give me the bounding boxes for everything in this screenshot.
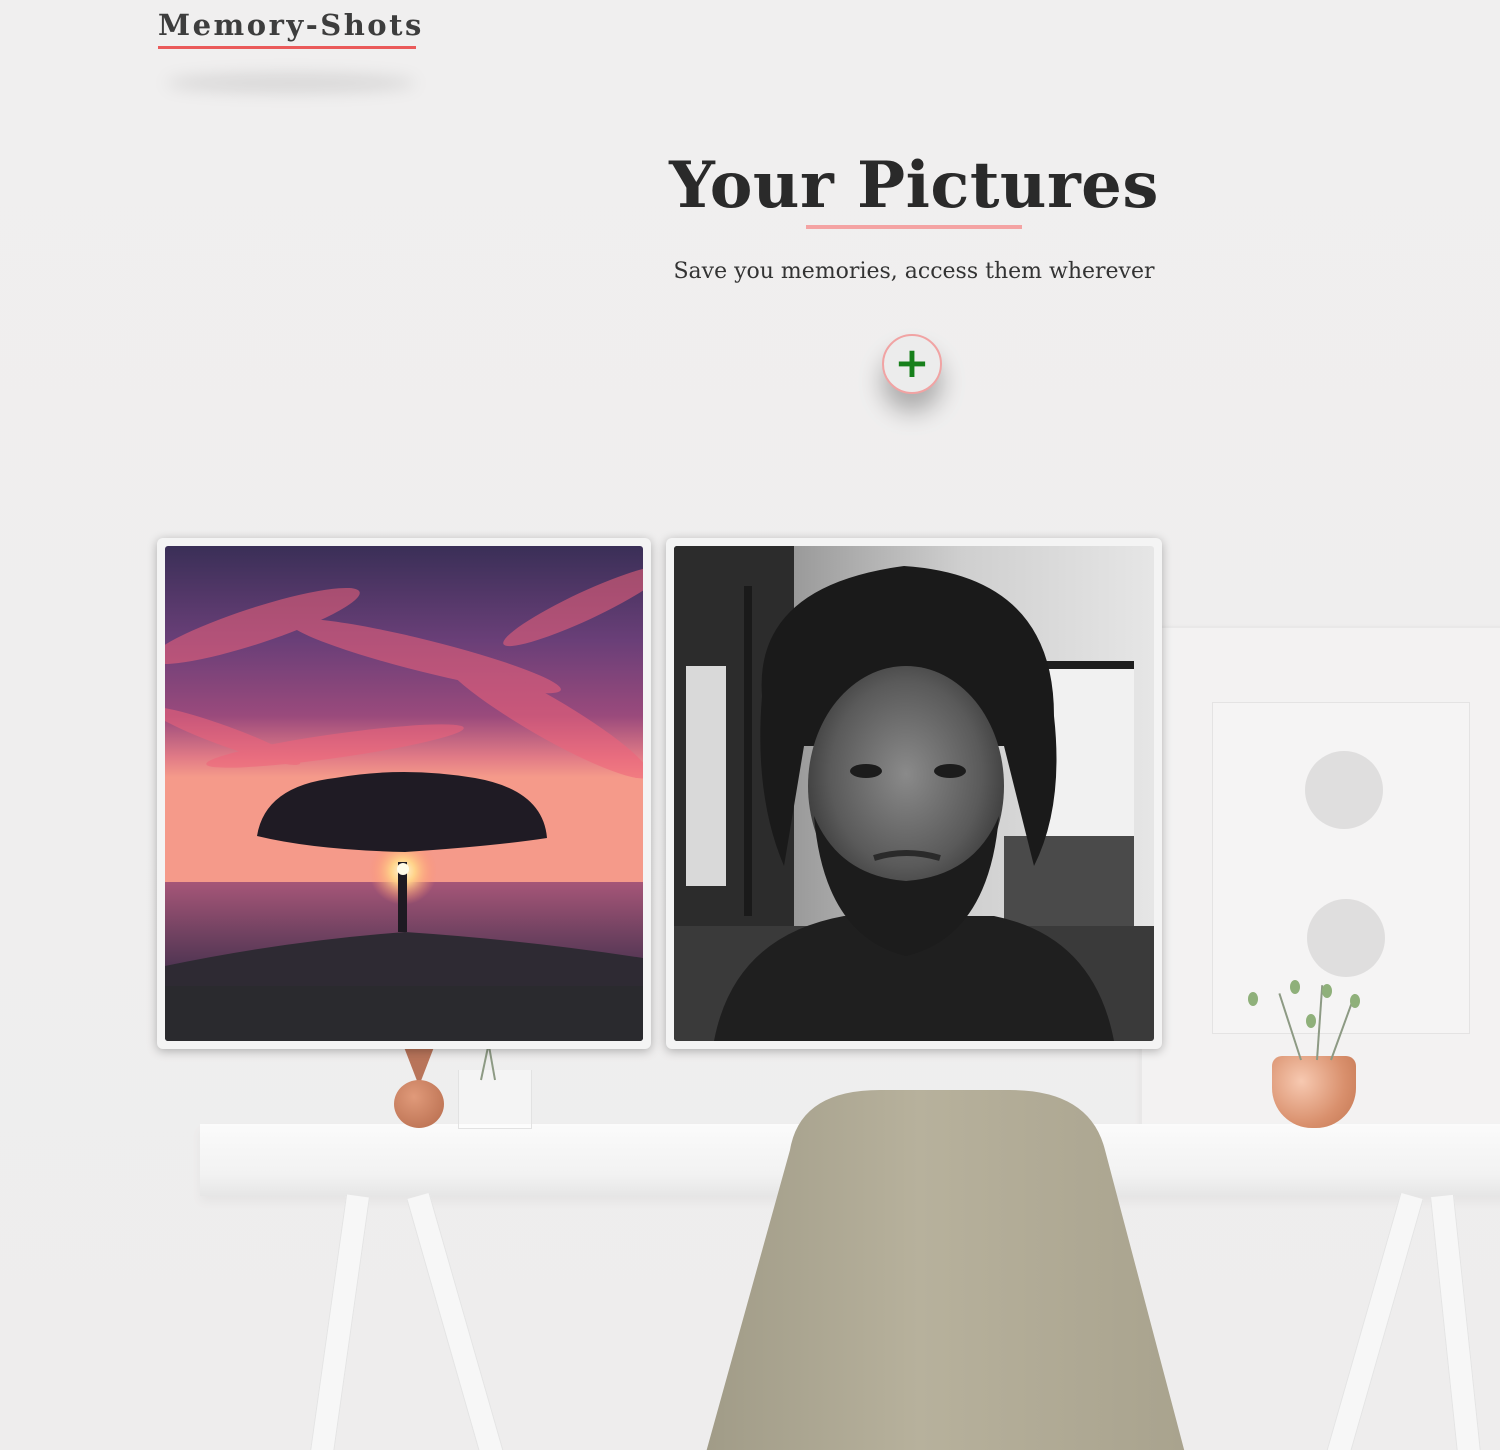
portrait-photo bbox=[674, 546, 1154, 1041]
title-underline bbox=[806, 225, 1022, 229]
wall-art-dot bbox=[1305, 751, 1383, 829]
chair bbox=[706, 1090, 1185, 1450]
picture-card[interactable] bbox=[666, 538, 1162, 1049]
plant-leaf bbox=[1290, 980, 1300, 994]
brand-shadow bbox=[166, 74, 416, 92]
page-subtitle: Save you memories, access them wherever bbox=[673, 259, 1155, 284]
sunset-tree-photo bbox=[165, 546, 643, 1041]
add-picture-button[interactable]: + bbox=[882, 334, 942, 394]
picture-card[interactable] bbox=[157, 538, 651, 1049]
page-title: Your Pictures bbox=[669, 148, 1159, 223]
plant-leaf bbox=[1322, 984, 1332, 998]
plus-icon: + bbox=[894, 337, 930, 387]
brand-underline bbox=[158, 46, 416, 49]
hero: Your Pictures Save you memories, access … bbox=[0, 148, 1500, 284]
wall-art-canvas bbox=[1212, 702, 1470, 1034]
plant-leaf bbox=[1350, 994, 1360, 1008]
brand-logo[interactable]: Memory-Shots bbox=[158, 8, 424, 42]
plant-leaf bbox=[1248, 992, 1258, 1006]
wall-art-frame bbox=[1140, 626, 1500, 1128]
wall-art-dot bbox=[1307, 899, 1385, 977]
brand[interactable]: Memory-Shots bbox=[158, 8, 424, 92]
plant-leaf bbox=[1306, 1014, 1316, 1028]
